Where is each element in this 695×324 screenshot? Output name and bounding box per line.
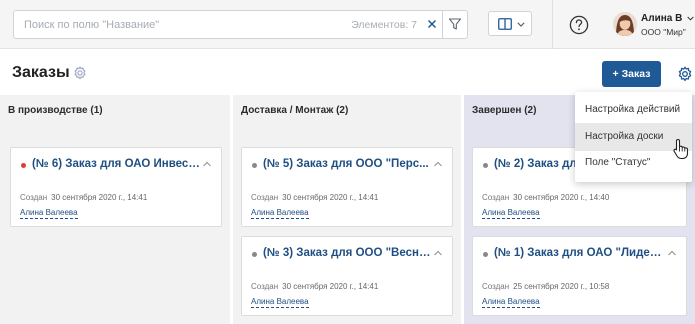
order-title[interactable]: (№ 5) Заказ для ООО "Перс...	[263, 158, 433, 170]
created-row: Создан 25 сентября 2020 г., 10:58	[482, 282, 610, 291]
order-card[interactable]: (№ 5) Заказ для ООО "Перс... Создан 30 се…	[241, 147, 453, 227]
column-title: Доставка / Монтаж (2)	[241, 105, 349, 116]
user-org: ООО "Мир"	[641, 27, 686, 37]
created-row: Создан 30 сентября 2020 г., 14:41	[251, 193, 379, 202]
avatar[interactable]	[613, 12, 637, 36]
column-title: В производстве (1)	[8, 105, 103, 116]
status-dot	[21, 163, 26, 168]
order-card[interactable]: (№ 1) Заказ для ОАО "Лидер... Создан 25 с…	[472, 236, 687, 316]
order-title[interactable]: (№ 1) Заказ для ОАО "Лидер...	[494, 247, 664, 259]
search-divider	[442, 11, 443, 38]
help-icon[interactable]	[569, 15, 589, 35]
author-link[interactable]: Алина Валеева	[482, 296, 540, 308]
status-dot	[483, 163, 488, 168]
menu-item-action-settings[interactable]: Настройка действий	[575, 96, 692, 124]
chevron-down-icon	[517, 22, 525, 27]
clear-icon[interactable]	[425, 17, 439, 31]
settings-gear-icon[interactable]	[677, 66, 693, 82]
user-photo	[613, 12, 637, 36]
settings-dropdown-menu: Настройка действий Настройка доски Поле …	[575, 92, 692, 182]
created-row: Создан 30 сентября 2020 г., 14:40	[482, 193, 610, 202]
chevron-up-icon[interactable]	[433, 160, 443, 168]
top-bar: Элементов: 7	[0, 0, 695, 49]
orders-board-page: Элементов: 7	[0, 0, 695, 324]
order-title[interactable]: (№ 3) Заказ для ООО "Весна...	[263, 247, 433, 259]
column-title: Завершен (2)	[472, 105, 537, 116]
columns-view-icon	[498, 18, 512, 30]
search-input[interactable]	[14, 11, 314, 38]
status-dot	[252, 252, 257, 257]
add-order-button[interactable]: + Заказ	[602, 61, 661, 87]
user-name[interactable]: Алина В	[641, 13, 694, 24]
board-column-delivery: Доставка / Монтаж (2) (№ 5) Заказ для ОО…	[233, 95, 461, 324]
status-dot	[252, 163, 257, 168]
created-row: Создан 30 сентября 2020 г., 14:41	[251, 282, 379, 291]
board-column-in-production: В производстве (1) (№ 6) Заказ для ОАО И…	[0, 95, 230, 324]
topbar-divider	[552, 0, 553, 49]
author-link[interactable]: Алина Валеева	[20, 207, 78, 219]
filter-icon[interactable]	[448, 17, 462, 31]
order-card[interactable]: (№ 3) Заказ для ООО "Весна... Создан 30 с…	[241, 236, 453, 316]
chevron-down-icon	[687, 16, 694, 21]
created-row: Создан 30 сентября 2020 г., 14:41	[20, 193, 148, 202]
author-link[interactable]: Алина Валеева	[251, 207, 309, 219]
chevron-up-icon[interactable]	[667, 249, 677, 257]
status-dot	[483, 252, 488, 257]
order-title[interactable]: (№ 6) Заказ для ОАО Инвест...	[32, 158, 202, 170]
hand-cursor-icon	[673, 138, 689, 160]
order-card[interactable]: (№ 6) Заказ для ОАО Инвест... Создан 30 с…	[10, 147, 222, 227]
chevron-up-icon[interactable]	[433, 249, 443, 257]
gear-icon[interactable]	[73, 66, 87, 80]
search-box: Элементов: 7	[13, 10, 468, 39]
author-link[interactable]: Алина Валеева	[251, 296, 309, 308]
view-mode-button[interactable]	[488, 11, 532, 36]
page-title: Заказы	[12, 64, 70, 81]
chevron-up-icon[interactable]	[202, 160, 212, 168]
author-link[interactable]: Алина Валеева	[482, 207, 540, 219]
elements-count: Элементов: 7	[351, 19, 417, 31]
